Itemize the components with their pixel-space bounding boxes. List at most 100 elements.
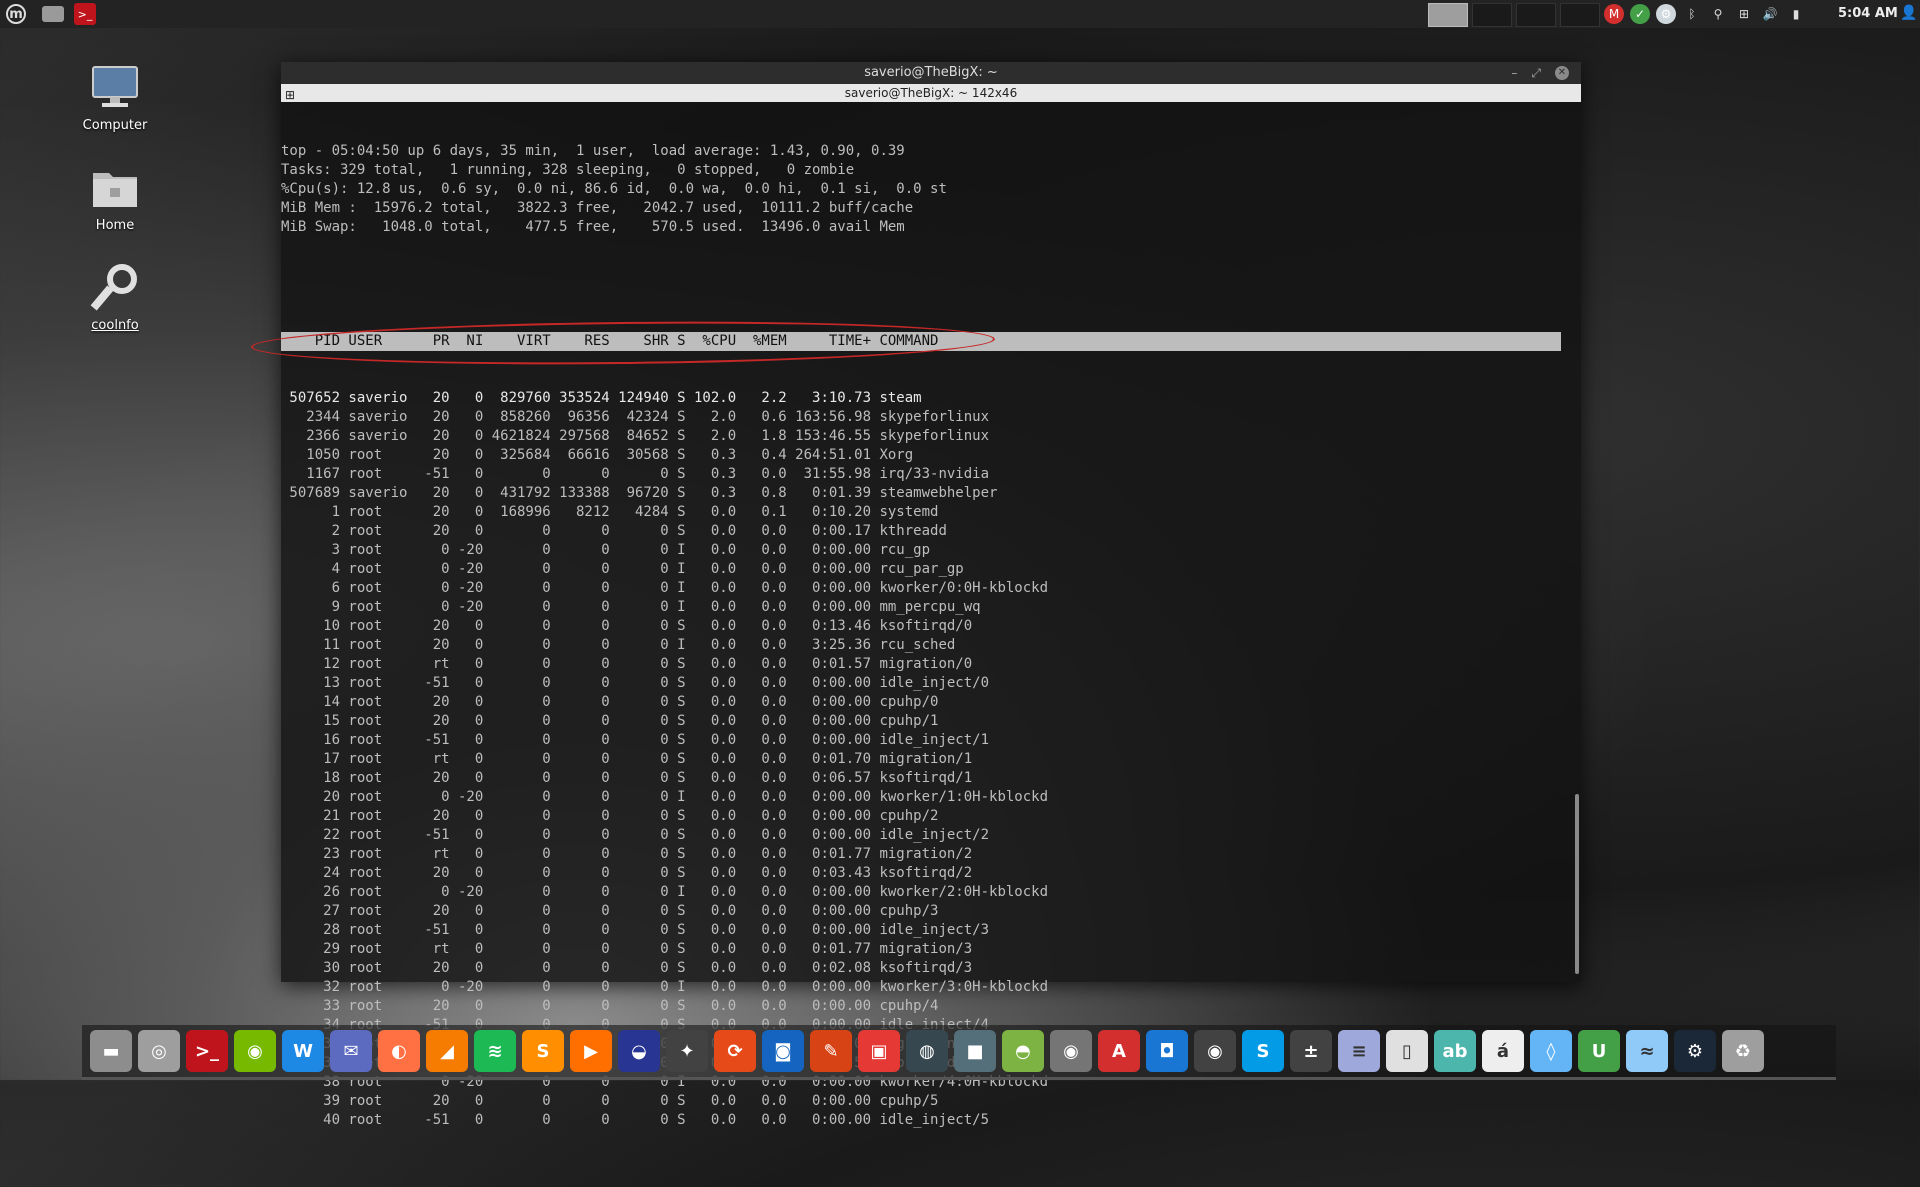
- gimp-dock-icon[interactable]: ✎: [810, 1030, 852, 1072]
- process-row: 17 root rt 0 0 0 0 S 0.0 0.0 0:01.70 mig…: [281, 751, 973, 767]
- dock: ▬ ◎ >_ ◉ W ✉ ◐ ◢ ≋ S ▶ ◒ ✦ ⟳ ◙ ✎ ▣ ◍ ■ ◓ ◉ A ◘ ◉ S ± ≡ ▯ ab á ◊ U ≈ ⚙ ♻: [82, 1025, 1836, 1077]
- maximize-icon[interactable]: ⤢: [1531, 62, 1541, 84]
- process-row: 21 root 20 0 0 0 0 S 0.0 0.0 0:00.00 cpu…: [281, 808, 939, 824]
- volume-icon[interactable]: 🔊: [1760, 4, 1780, 24]
- system-tray: M ✓ ⚙ ᛒ ⚲ ⊞ 🔊 ▮: [1604, 3, 1806, 25]
- battery-icon[interactable]: ▮: [1786, 4, 1806, 24]
- scanner-dock-icon[interactable]: ◉: [1050, 1030, 1092, 1072]
- player-dock-icon[interactable]: ▶: [570, 1030, 612, 1072]
- process-row: 6 root 0 -20 0 0 0 I 0.0 0.0 0:00.00 kwo…: [281, 580, 1049, 596]
- terminal-scrollbar[interactable]: [1571, 104, 1579, 974]
- terminal-tab-bar: ⊞ saverio@TheBigX: ~ 142x46: [281, 84, 1581, 102]
- calculator-dock-icon[interactable]: ±: [1290, 1030, 1332, 1072]
- home-label: Home: [95, 218, 135, 233]
- process-row: 40 root -51 0 0 0 0 S 0.0 0.0 0:00.00 id…: [281, 1112, 990, 1128]
- process-row: 20 root 0 -20 0 0 0 I 0.0 0.0 0:00.00 kw…: [281, 789, 1049, 805]
- spotify-dock-icon[interactable]: ≋: [474, 1030, 516, 1072]
- steam-dock-icon[interactable]: ⚙: [1674, 1030, 1716, 1072]
- process-row: 1167 root -51 0 0 0 0 S 0.3 0.0 31:55.98…: [281, 466, 990, 482]
- notes-dock-icon[interactable]: ≡: [1338, 1030, 1380, 1072]
- bluetooth-icon[interactable]: ᛒ: [1682, 4, 1702, 24]
- firefox-dock-icon[interactable]: ◐: [378, 1030, 420, 1072]
- browser-dock-icon[interactable]: ◍: [906, 1030, 948, 1072]
- inkscape-dock-icon[interactable]: ✦: [666, 1030, 708, 1072]
- trash-dock-icon[interactable]: ♻: [1722, 1030, 1764, 1072]
- files-dock-icon[interactable]: ▬: [90, 1030, 132, 1072]
- photo-dock-icon[interactable]: ◘: [1146, 1030, 1188, 1072]
- minimize-icon[interactable]: –: [1511, 62, 1517, 84]
- workspace-3[interactable]: [1516, 3, 1556, 27]
- location-icon[interactable]: ⚲: [1708, 4, 1728, 24]
- steam-icon[interactable]: ⚙: [1656, 4, 1676, 24]
- weather-dock-icon[interactable]: ≈: [1626, 1030, 1668, 1072]
- process-row: 12 root rt 0 0 0 0 S 0.0 0.0 0:01.57 mig…: [281, 656, 973, 672]
- terminal-dock-icon[interactable]: >_: [186, 1030, 228, 1072]
- android-dock-icon[interactable]: ◓: [1002, 1030, 1044, 1072]
- workspace-2[interactable]: [1472, 3, 1512, 27]
- process-row: 22 root -51 0 0 0 0 S 0.0 0.0 0:00.00 id…: [281, 827, 990, 843]
- disks-dock-icon[interactable]: ◎: [138, 1030, 180, 1072]
- process-row: 23 root rt 0 0 0 0 S 0.0 0.0 0:01.77 mig…: [281, 846, 973, 862]
- process-row: 3 root 0 -20 0 0 0 I 0.0 0.0 0:00.00 rcu…: [281, 542, 931, 558]
- camera-dock-icon[interactable]: ◙: [762, 1030, 804, 1072]
- files-launcher-icon[interactable]: [42, 6, 64, 22]
- user-icon[interactable]: 👤: [1900, 5, 1917, 21]
- screenshot-dock-icon[interactable]: ▣: [858, 1030, 900, 1072]
- process-row: 39 root 20 0 0 0 0 S 0.0 0.0 0:00.00 cpu…: [281, 1093, 939, 1109]
- top-panel: m >_ M ✓ ⚙ ᛒ ⚲ ⊞ 🔊 ▮ 5:04 AM 👤: [0, 0, 1920, 28]
- process-row: 16 root -51 0 0 0 0 S 0.0 0.0 0:00.00 id…: [281, 732, 990, 748]
- summary-line: top - 05:04:50 up 6 days, 35 min, 1 user…: [281, 143, 905, 159]
- workspace-1[interactable]: [1428, 3, 1468, 27]
- process-row: 27 root 20 0 0 0 0 S 0.0 0.0 0:00.00 cpu…: [281, 903, 939, 919]
- charmap-dock-icon[interactable]: á: [1482, 1030, 1524, 1072]
- process-row: 28 root -51 0 0 0 0 S 0.0 0.0 0:00.00 id…: [281, 922, 990, 938]
- webcam-dock-icon[interactable]: ◉: [1194, 1030, 1236, 1072]
- sync-dock-icon[interactable]: ⟳: [714, 1030, 756, 1072]
- skype-dock-icon[interactable]: S: [1242, 1030, 1284, 1072]
- scrollbar-thumb[interactable]: [1575, 794, 1579, 974]
- process-row: 2 root 20 0 0 0 0 S 0.0 0.0 0:00.17 kthr…: [281, 523, 947, 539]
- pdf-dock-icon[interactable]: A: [1098, 1030, 1140, 1072]
- vpn-dock-icon[interactable]: ◒: [618, 1030, 660, 1072]
- document-dock-icon[interactable]: ▯: [1386, 1030, 1428, 1072]
- rss-dock-icon[interactable]: ◢: [426, 1030, 468, 1072]
- process-row: 507689 saverio 20 0 431792 133388 96720 …: [281, 485, 998, 501]
- terminal-launcher-icon[interactable]: >_: [74, 3, 96, 25]
- mail-dock-icon[interactable]: ✉: [330, 1030, 372, 1072]
- process-row: 4 root 0 -20 0 0 0 I 0.0 0.0 0:00.00 rcu…: [281, 561, 964, 577]
- video-dock-icon[interactable]: ■: [954, 1030, 996, 1072]
- process-table: 507652 saverio 20 0 829760 353524 124940…: [281, 389, 1581, 1130]
- window-titlebar[interactable]: saverio@TheBigX: ~ – ⤢ ✕: [281, 62, 1581, 84]
- ocr-dock-icon[interactable]: ab: [1434, 1030, 1476, 1072]
- nvidia-dock-icon[interactable]: ◉: [234, 1030, 276, 1072]
- desktop-coolinfo[interactable]: coolnfo: [60, 262, 170, 333]
- desktop-computer[interactable]: Computer: [60, 62, 170, 133]
- wrench-icon: [89, 262, 141, 314]
- process-row: 29 root rt 0 0 0 0 S 0.0 0.0 0:01.77 mig…: [281, 941, 973, 957]
- top-summary: top - 05:04:50 up 6 days, 35 min, 1 user…: [281, 142, 1581, 237]
- desktop-home[interactable]: Home: [60, 162, 170, 233]
- computer-icon: [89, 62, 141, 114]
- close-icon[interactable]: ✕: [1555, 66, 1569, 80]
- terminal-window[interactable]: saverio@TheBigX: ~ – ⤢ ✕ ⊞ saverio@TheBi…: [250, 62, 1581, 1128]
- process-row: 2344 saverio 20 0 858260 96356 42324 S 2…: [281, 409, 990, 425]
- steam-highlight-annotation: [250, 318, 996, 368]
- mint-menu-icon[interactable]: m: [6, 4, 26, 24]
- process-row: 11 root 20 0 0 0 0 I 0.0 0.0 3:25.36 rcu…: [281, 637, 956, 653]
- drop-dock-icon[interactable]: ◊: [1530, 1030, 1572, 1072]
- network-icon[interactable]: ⊞: [1734, 4, 1754, 24]
- upwork-dock-icon[interactable]: U: [1578, 1030, 1620, 1072]
- clock[interactable]: 5:04 AM: [1838, 6, 1898, 21]
- check-icon[interactable]: ✓: [1630, 4, 1650, 24]
- process-row: 2366 saverio 20 0 4621824 297568 84652 S…: [281, 428, 990, 444]
- process-row: 1050 root 20 0 325684 66616 30568 S 0.3 …: [281, 447, 914, 463]
- mega-icon[interactable]: M: [1604, 4, 1624, 24]
- writer-dock-icon[interactable]: W: [282, 1030, 324, 1072]
- process-row: 24 root 20 0 0 0 0 S 0.0 0.0 0:03.43 kso…: [281, 865, 973, 881]
- workspace-4[interactable]: [1560, 3, 1600, 27]
- summary-line: Tasks: 329 total, 1 running, 328 sleepin…: [281, 162, 855, 178]
- sublime-dock-icon[interactable]: S: [522, 1030, 564, 1072]
- process-row: 30 root 20 0 0 0 0 S 0.0 0.0 0:02.08 kso…: [281, 960, 973, 976]
- process-row: 507652 saverio 20 0 829760 353524 124940…: [281, 390, 922, 406]
